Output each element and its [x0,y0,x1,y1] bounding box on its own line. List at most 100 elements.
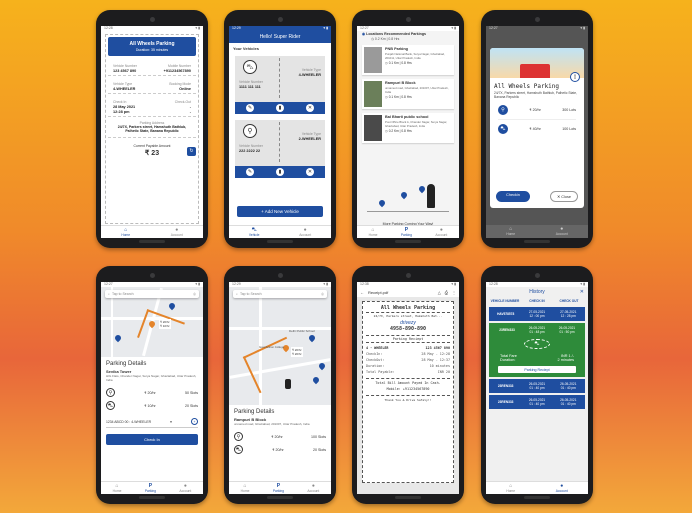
parking-banner: ▯ [490,48,584,82]
screen-history: 12:28 ▾ ▮ History ✕ VEHICLE NUMBER CHECK … [486,282,588,494]
vehicle-card-1[interactable]: ⛍ Vehicle Number 1111 111 111 Vehicle Ty… [235,56,325,114]
nav-home[interactable]: ⌂ Home [506,483,515,493]
receipt-address: 24/7X, Parkers street, Hamshuth Bat... [373,314,443,318]
receipt-row: Duration: 10 minutes [366,364,450,368]
vehicle-select[interactable]: 1234 ABCD 00 : 4-WHEELER ▾ + [106,418,198,428]
nav-home[interactable]: ⌂ Home [241,483,250,493]
add-icon[interactable]: + [191,418,198,425]
duration-text: Duration: 35 minutes [135,48,169,52]
clock-icon: ◷ [371,37,374,41]
search-bar[interactable]: ⌕ Tap to Search ◎ [233,290,327,298]
nav-home[interactable]: ⌂ Home [113,483,122,493]
phone-history: 12:28 ▾ ▮ History ✕ VEHICLE NUMBER CHECK … [481,266,593,504]
payable-amount: ₹ 23 [144,150,160,157]
vehicle-number: 123 4567 890 [113,69,137,73]
checkin-button[interactable]: Check In [106,434,198,445]
top-distance: ◷ 0.2 Km | 0.8 Hrs [371,37,400,41]
car-icon: ⛍ [243,60,257,74]
search-bar[interactable]: ⌕ Tap to Search ◎ [105,290,199,298]
receipt-paper: All Wheels Parking 24/7X, Parkers street… [362,301,454,483]
map-label-2: Gaurdvision College [259,345,285,349]
history-list: 23REN333 26-05-2021 01 : 40 pm 26-05-2021 01… [486,379,588,409]
nav-vehicle[interactable]: ⛍ Vehicle [249,227,260,237]
parking-receipt-button[interactable]: Parking Reciept [498,366,576,373]
close-icon[interactable]: ✕ [580,287,584,297]
lots-value: 100 Lots [562,127,576,131]
recommend-item[interactable]: Bal Bharti public school Post Office Bloc… [362,113,454,143]
receipt-row: CheckIn: 28 May - 12:28 [366,352,450,356]
remove-icon[interactable]: ✕ [306,104,314,112]
delete-icon[interactable]: ▮ [276,168,284,176]
drive-icon[interactable]: △ [438,290,441,295]
parking-title: All Wheels Parking [494,83,560,90]
clock-icon: ◷ [385,95,388,99]
bike-icon: ⚲ [234,432,243,441]
refresh-button[interactable]: ↻ [187,147,196,156]
checkin-date: 28 May 2021 [113,105,136,109]
edit-icon[interactable]: ✎ [246,168,254,176]
map-view[interactable]: Delhi Public School Gaurdvision College … [229,287,331,405]
bottom-nav: ⛍ Vehicle ● Account [229,225,331,238]
info-icon[interactable]: ▯ [570,72,580,82]
payable-label: Current Payable Amount [133,144,171,148]
parking-name: Bal Bharti public school [385,115,429,119]
history-row[interactable]: HAV578578 27-05-2021 12 : 00 pm 27-05-2021 1… [489,307,585,321]
recommend-item[interactable]: PNB Parking Punjab National Bank, Surya N… [362,45,454,75]
back-arrow-icon[interactable]: ← [360,290,364,295]
bottom-nav: ⌂ Home ● Account [486,225,588,238]
details-heading: Parking Details [106,361,147,367]
nav-account[interactable]: ● Account [435,227,447,237]
parking-address: 24/7X, Parkers street, Hamshuth Bathlub,… [494,91,578,99]
history-expanded[interactable]: 23REN333 26-05-2021 01 : 48 pm 26-05-2021… [489,323,585,377]
nav-home[interactable]: ⌂ Home [506,227,515,237]
edit-icon[interactable]: ✎ [246,104,254,112]
nav-parking[interactable]: P Parking [273,483,284,493]
parking-address: 24/7X, Parkers street, Hamshuth Bathlub,… [117,125,187,133]
delete-icon[interactable]: ▮ [276,104,284,112]
vehicle-type: 4-WHEELER [113,87,136,91]
booking-card: All Wheels Parking Duration: 35 minutes … [105,34,199,224]
checkout-time: - [189,110,191,114]
remove-icon[interactable]: ✕ [306,168,314,176]
nav-account[interactable]: ● Account [307,483,319,493]
vehicle-type-label: Vehicle Type [113,82,133,86]
vehicle-number-label: Vehicle Number [239,144,263,148]
rate-row: ⛍ ₹ 40/hr 100 Lots [498,124,576,134]
payment-note: Total Bill Amount Payed In Cash. [366,378,450,385]
parking-thumbnail [364,81,382,107]
receipt-title: All Wheels Parking [366,305,450,313]
nav-home[interactable]: ⌂ Home [369,227,378,237]
nav-parking[interactable]: P Parking [401,227,412,237]
nav-account[interactable]: ● Account [299,227,311,237]
history-columns: VEHICLE NUMBER CHECK IN CHECK OUT [490,299,579,303]
rate-row: ⛍ ₹ 20/hr 20 Slots [234,445,326,454]
nav-home[interactable]: ⌂ Home [121,227,130,237]
vehicle-card-2[interactable]: ⚲ Vehicle Number 222 2222 22 Vehicle Typ… [235,120,325,178]
close-button[interactable]: ✕ Close [550,191,578,202]
add-vehicle-button[interactable]: + Add New Vehicle [237,206,323,217]
parking-address: Post Office Block A, Chander Nagar, Sury… [385,120,448,128]
nav-account[interactable]: ● Account [171,227,183,237]
history-row[interactable]: 23REN333 26-05-2021 01 : 40 pm 26-05-2021 01… [489,395,585,409]
nav-account[interactable]: ● Account [179,483,191,493]
more-icon[interactable]: ⋮ [452,290,456,295]
locate-icon[interactable]: ◎ [193,292,196,296]
locate-icon[interactable]: ◎ [321,292,324,296]
distance: ◷ 0.1 Km | 0.8 Hrs [385,95,412,99]
thanks-note: Thank You & Drive Safely!! [366,395,450,402]
vehicle-select-value: 1234 ABCD 00 : 4-WHEELER [106,419,152,424]
checkin-label: Check In [113,100,127,104]
history-row[interactable]: 23REN333 26-05-2021 01 : 40 pm 26-05-2021 01… [489,379,585,393]
checkin-button[interactable]: Checkin [496,191,530,202]
map-price-tag: ₹ 20/hr ₹ 20/hr [291,347,303,357]
print-icon[interactable]: ⎙ [445,290,448,295]
checkout-label: Check-Out [174,100,191,104]
receipt-row: Total Payable: INR 20 [366,370,450,374]
nav-account[interactable]: ● Account [556,227,568,237]
recommend-item[interactable]: Rampuri B Block unnamed road, Ghaziabad, … [362,79,454,109]
bottom-nav: ⌂ Home ● Account [101,225,203,238]
screen-map-sevika: 12:27 ▾ ▮ ₹ 20/hr ₹ 10/hr ⌕ Tap to Search ◎ … [101,282,203,494]
map-view[interactable]: ₹ 20/hr ₹ 10/hr ⌕ Tap to Search ◎ [101,287,203,357]
nav-parking[interactable]: P Parking [145,483,156,493]
nav-account[interactable]: ● Account [556,483,568,493]
